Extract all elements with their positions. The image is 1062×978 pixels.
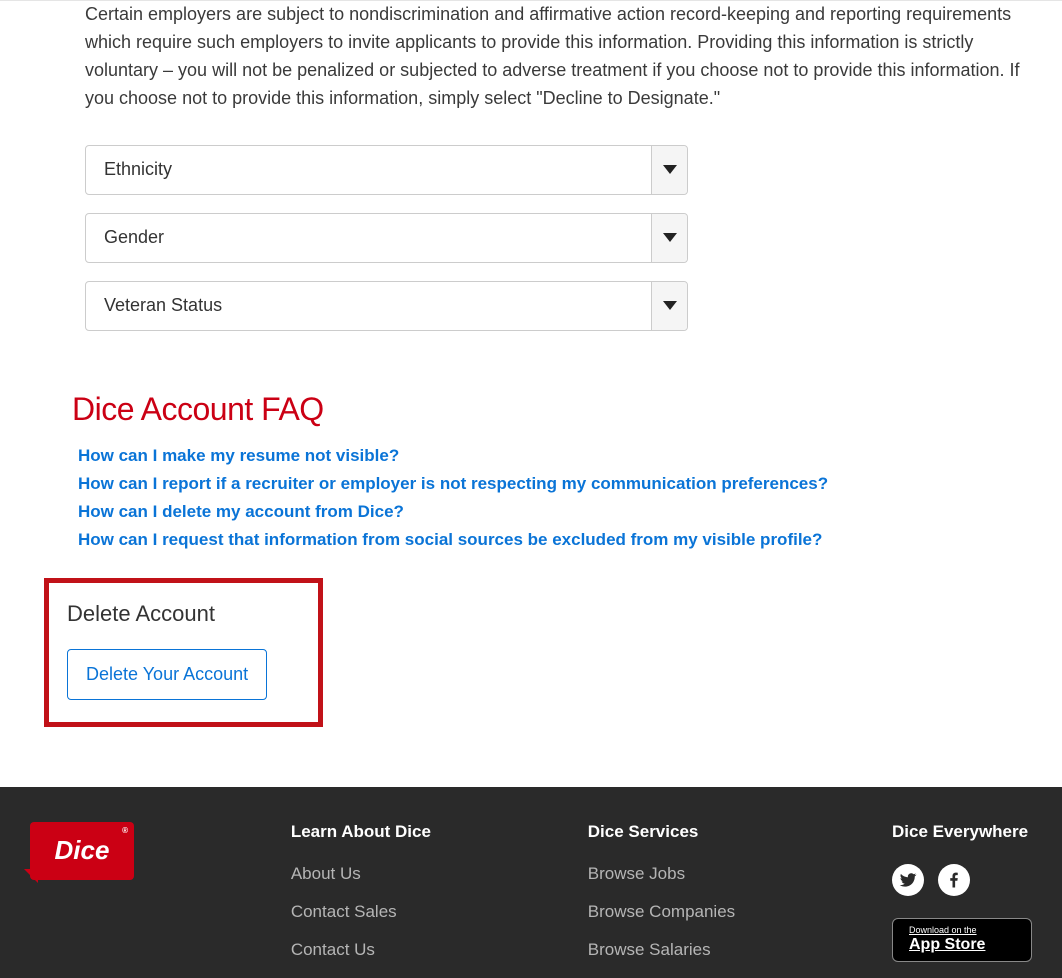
- footer-link-browse-salaries[interactable]: Browse Salaries: [588, 940, 711, 959]
- app-store-badge[interactable]: Download on the App Store: [892, 918, 1032, 962]
- site-footer: Dice ® Learn About Dice About Us Contact…: [0, 787, 1062, 978]
- footer-link-contact-sales[interactable]: Contact Sales: [291, 902, 397, 921]
- faq-link-exclude-social[interactable]: How can I request that information from …: [78, 530, 822, 549]
- social-icon-row: [892, 864, 1032, 896]
- registered-trademark-icon: ®: [122, 826, 128, 835]
- ethnicity-select[interactable]: Ethnicity: [85, 145, 688, 195]
- delete-account-panel: Delete Account Delete Your Account: [44, 578, 323, 727]
- footer-everywhere-col: Dice Everywhere Download on the App Stor…: [892, 822, 1032, 978]
- voluntary-disclosure-paragraph: Certain employers are subject to nondisc…: [30, 1, 1032, 113]
- ethnicity-select-label: Ethnicity: [104, 159, 172, 180]
- delete-your-account-button[interactable]: Delete Your Account: [67, 649, 267, 700]
- twitter-icon[interactable]: [892, 864, 924, 896]
- dice-logo-text: Dice: [55, 835, 110, 866]
- footer-link-about-us[interactable]: About Us: [291, 864, 361, 883]
- faq-heading: Dice Account FAQ: [72, 391, 1032, 428]
- chevron-down-icon: [651, 282, 687, 330]
- chevron-down-icon: [651, 146, 687, 194]
- footer-everywhere-heading: Dice Everywhere: [892, 822, 1032, 842]
- faq-link-delete-account[interactable]: How can I delete my account from Dice?: [78, 502, 404, 521]
- footer-link-contact-us[interactable]: Contact Us: [291, 940, 375, 959]
- delete-account-heading: Delete Account: [67, 601, 300, 627]
- dice-logo[interactable]: Dice ®: [30, 822, 134, 880]
- footer-services-heading: Dice Services: [588, 822, 735, 842]
- chevron-down-icon: [651, 214, 687, 262]
- footer-services-col: Dice Services Browse Jobs Browse Compani…: [588, 822, 735, 978]
- veteran-status-select[interactable]: Veteran Status: [85, 281, 688, 331]
- footer-link-browse-jobs[interactable]: Browse Jobs: [588, 864, 685, 883]
- facebook-icon[interactable]: [938, 864, 970, 896]
- faq-link-report-recruiter[interactable]: How can I report if a recruiter or emplo…: [78, 474, 828, 493]
- appstore-small-text: Download on the: [909, 926, 985, 936]
- veteran-status-select-label: Veteran Status: [104, 295, 222, 316]
- footer-link-browse-companies[interactable]: Browse Companies: [588, 902, 735, 921]
- demographic-select-group: Ethnicity Gender Veteran Status: [30, 145, 1032, 331]
- faq-link-resume-visibility[interactable]: How can I make my resume not visible?: [78, 446, 399, 465]
- footer-learn-heading: Learn About Dice: [291, 822, 431, 842]
- faq-section: Dice Account FAQ How can I make my resum…: [30, 391, 1032, 550]
- faq-link-list: How can I make my resume not visible? Ho…: [78, 446, 1032, 550]
- gender-select[interactable]: Gender: [85, 213, 688, 263]
- gender-select-label: Gender: [104, 227, 164, 248]
- footer-logo-col: Dice ®: [30, 822, 134, 978]
- appstore-big-text: App Store: [909, 936, 985, 954]
- footer-learn-col: Learn About Dice About Us Contact Sales …: [291, 822, 431, 978]
